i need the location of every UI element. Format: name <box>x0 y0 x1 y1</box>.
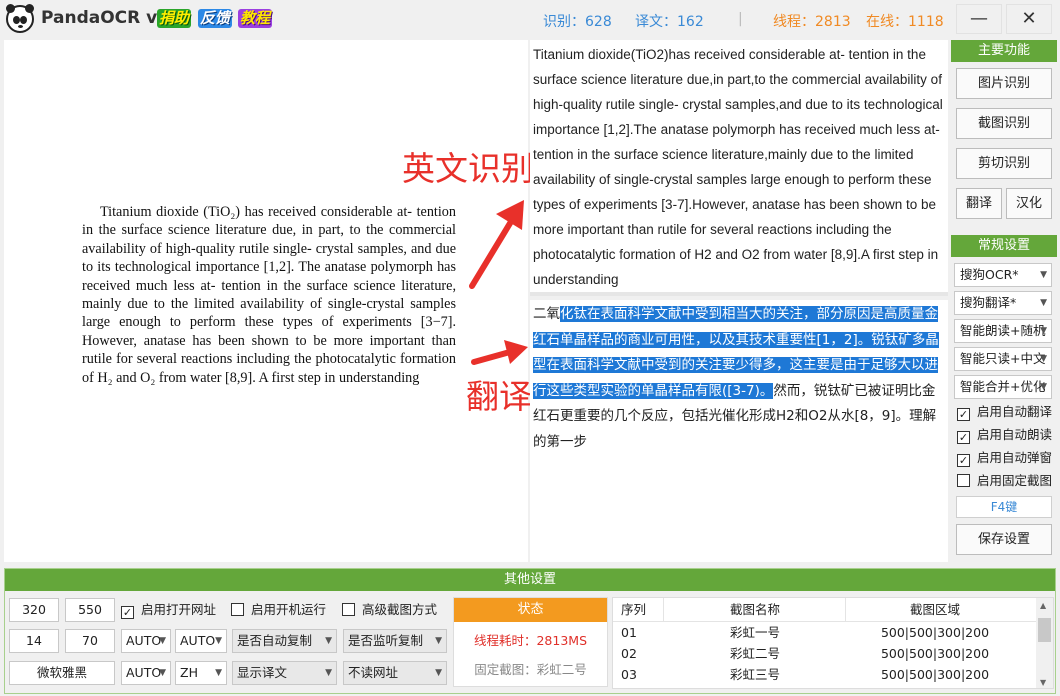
chevron-down-icon: ▼ <box>1040 382 1047 392</box>
online-count: 在线：1118 <box>866 14 944 30</box>
other-settings-header: 其他设置 <box>5 569 1055 591</box>
lang-ocr-select[interactable]: AUTO ▼ <box>121 661 171 685</box>
source-image-pane[interactable]: Titanium dioxide (TiO₂) has received con… <box>4 40 528 562</box>
auto-popup-checkbox[interactable]: ✓ 启用自动弹窗 <box>957 449 1052 467</box>
column-header-index: 序列 <box>621 602 647 617</box>
open-url-checkbox[interactable]: ✓ 启用打开网址 <box>121 601 216 619</box>
translate-engine-select[interactable]: 搜狗翻译* ▼ <box>954 291 1052 315</box>
translate-button[interactable]: 翻译 <box>956 188 1002 219</box>
chevron-down-icon: ▼ <box>1040 298 1047 308</box>
stats-separator: | <box>738 11 743 27</box>
image-ocr-button[interactable]: 图片识别 <box>956 68 1052 99</box>
auto-copy-select[interactable]: 是否自动复制 ▼ <box>232 629 337 653</box>
checkbox-empty-icon <box>231 603 244 616</box>
right-panel: 主要功能 图片识别 截图识别 剪切识别 翻译 汉化 常规设置 搜狗OCR* ▼ 搜… <box>951 40 1057 562</box>
scroll-down-icon[interactable]: ▼ <box>1040 678 1046 687</box>
title-bar: PandaOCR v2.5 捐助 反馈 教程 识别：628 译文：162 | 线… <box>0 0 1060 38</box>
ocr-engine-select[interactable]: 搜狗OCR* ▼ <box>954 263 1052 287</box>
fixed-screenshot-text: 固定截图：彩虹二号 <box>474 662 587 677</box>
panda-logo-icon <box>6 4 34 33</box>
chevron-down-icon: ▼ <box>159 668 166 678</box>
width-field[interactable]: 320 <box>9 598 59 622</box>
lang-target-select[interactable]: AUTO ▼ <box>175 629 227 653</box>
param-b-field[interactable]: 70 <box>65 629 115 653</box>
thread-count: 线程：2813 <box>773 14 851 30</box>
show-translation-select[interactable]: 显示译文 ▼ <box>232 661 337 685</box>
scroll-up-icon[interactable]: ▲ <box>1040 601 1046 610</box>
column-header-name: 截图名称 <box>729 602 780 617</box>
lang-output-select[interactable]: ZH ▼ <box>175 661 227 685</box>
param-a-field[interactable]: 14 <box>9 629 59 653</box>
settings-header: 常规设置 <box>951 235 1057 257</box>
source-paragraph: Titanium dioxide (TiO₂) has received con… <box>82 204 456 386</box>
advanced-screenshot-checkbox[interactable]: 高级截图方式 <box>342 601 437 619</box>
checkbox-checked-icon: ✓ <box>121 606 134 619</box>
table-scrollbar[interactable]: ▲ ▼ <box>1036 598 1053 688</box>
other-settings-panel: 其他设置 320 550 ✓ 启用打开网址 启用开机运行 高级截图方式 14 70… <box>4 568 1056 694</box>
tutorial-link[interactable]: 教程 <box>238 9 273 28</box>
chevron-down-icon: ▼ <box>435 636 442 646</box>
lang-source-select[interactable]: AUTO ▼ <box>121 629 171 653</box>
chevron-down-icon: ▼ <box>435 668 442 678</box>
checkbox-empty-icon <box>342 603 355 616</box>
table-row[interactable]: 02 彩虹二号 500|500|300|200 <box>613 643 1053 664</box>
checkbox-checked-icon: ✓ <box>957 431 970 444</box>
checkbox-empty-icon <box>957 474 970 487</box>
height-field[interactable]: 550 <box>65 598 115 622</box>
chevron-down-icon: ▼ <box>1040 354 1047 364</box>
chevron-down-icon: ▼ <box>215 668 222 678</box>
recognize-count: 识别：628 <box>543 14 612 30</box>
chevron-down-icon: ▼ <box>325 636 332 646</box>
chevron-down-icon: ▼ <box>1040 326 1047 336</box>
minimize-button[interactable]: — <box>956 4 1002 34</box>
hotkey-field[interactable]: F4键 <box>956 496 1052 518</box>
arrow-icon <box>471 340 528 365</box>
checkbox-checked-icon: ✓ <box>957 454 970 467</box>
main-functions-header: 主要功能 <box>951 40 1057 62</box>
startup-checkbox[interactable]: 启用开机运行 <box>231 601 326 619</box>
ocr-result-text[interactable]: Titanium dioxide(TiO2)has received consi… <box>530 40 948 296</box>
auto-read-checkbox[interactable]: ✓ 启用自动朗读 <box>957 426 1052 444</box>
thread-time-text: 线程耗时：2813MS <box>473 633 588 648</box>
save-settings-button[interactable]: 保存设置 <box>956 524 1052 555</box>
donate-link[interactable]: 捐助 <box>157 9 192 28</box>
auto-translate-checkbox[interactable]: ✓ 启用自动翻译 <box>957 403 1052 421</box>
clipboard-ocr-button[interactable]: 剪切识别 <box>956 148 1052 179</box>
screenshot-ocr-button[interactable]: 截图识别 <box>956 108 1052 139</box>
translation-pre: 二氧 <box>533 306 560 322</box>
checkbox-checked-icon: ✓ <box>957 408 970 421</box>
translation-result-text[interactable]: 二氧化钛在表面科学文献中受到相当大的关注，部分原因是高质量金红石单晶样品的商业可… <box>530 300 948 562</box>
annotation-ocr-label: 英文识别 <box>402 149 534 188</box>
table-row[interactable]: 03 彩虹三号 500|500|300|200 <box>613 664 1053 685</box>
screenshot-table[interactable]: 序列 截图名称 截图区域 01 彩虹一号 500|500|300|200 02 … <box>612 597 1054 689</box>
translate-count: 译文：162 <box>635 14 704 30</box>
localize-button[interactable]: 汉化 <box>1006 188 1052 219</box>
fixed-screenshot-checkbox[interactable]: 启用固定截图 <box>957 472 1052 490</box>
read-url-select[interactable]: 不读网址 ▼ <box>343 661 447 685</box>
chevron-down-icon: ▼ <box>159 636 166 646</box>
chevron-down-icon: ▼ <box>1040 270 1047 280</box>
listen-copy-select[interactable]: 是否监听复制 ▼ <box>343 629 447 653</box>
merge-mode-select[interactable]: 智能合并+优化 ▼ <box>954 375 1052 399</box>
chevron-down-icon: ▼ <box>215 636 222 646</box>
font-field[interactable]: 微软雅黑 <box>9 661 115 685</box>
read-mode-select[interactable]: 智能朗读+随机 ▼ <box>954 319 1052 343</box>
table-header: 序列 截图名称 截图区域 <box>613 598 1053 622</box>
ocr-text: Titanium dioxide(TiO2)has received consi… <box>533 47 943 287</box>
close-button[interactable]: ✕ <box>1006 4 1052 34</box>
status-box: 状态 线程耗时：2813MS 固定截图：彩虹二号 <box>453 597 608 687</box>
status-header: 状态 <box>454 598 607 622</box>
feedback-link[interactable]: 反馈 <box>198 9 233 28</box>
arrow-icon <box>469 200 524 289</box>
scrollbar-thumb[interactable] <box>1038 618 1051 642</box>
read-only-select[interactable]: 智能只读+中文 ▼ <box>954 347 1052 371</box>
table-row[interactable]: 01 彩虹一号 500|500|300|200 <box>613 622 1053 643</box>
column-header-region: 截图区域 <box>909 602 960 617</box>
chevron-down-icon: ▼ <box>325 668 332 678</box>
